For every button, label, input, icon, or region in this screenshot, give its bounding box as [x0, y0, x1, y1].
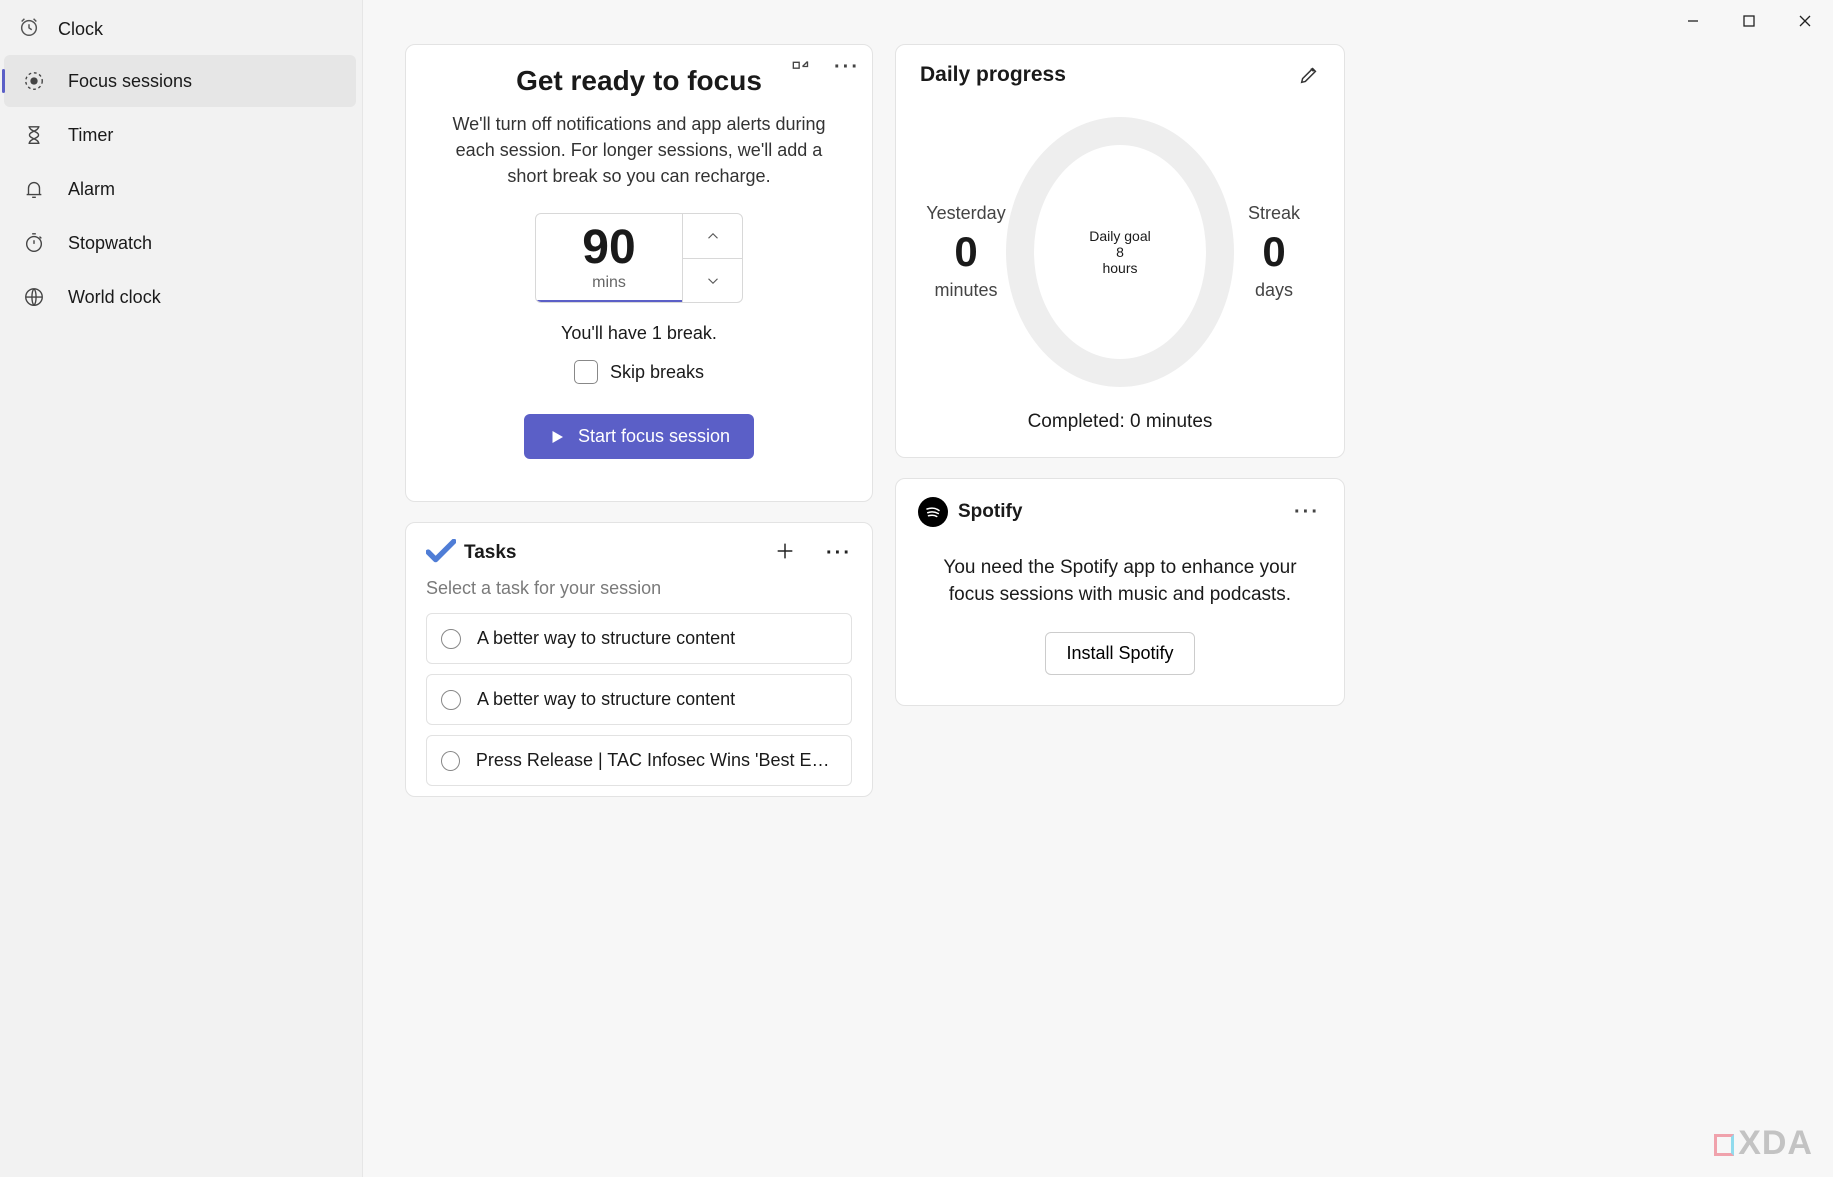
install-spotify-button[interactable]: Install Spotify: [1045, 632, 1194, 675]
duration-display[interactable]: 90 mins: [536, 214, 682, 302]
task-text: A better way to structure content: [477, 628, 735, 649]
nav-focus-sessions[interactable]: Focus sessions: [4, 55, 356, 107]
nav-label: Stopwatch: [68, 233, 152, 254]
right-column: Daily progress Yesterday 0 minutes Daily…: [895, 44, 1345, 1177]
clock-app-icon: [18, 16, 40, 43]
window-controls: [363, 0, 1833, 38]
main-area: ··· Get ready to focus We'll turn off no…: [363, 0, 1833, 1177]
window-minimize[interactable]: [1679, 10, 1707, 32]
spotify-card: Spotify ··· You need the Spotify app to …: [895, 478, 1345, 706]
stat-label: Streak: [1234, 203, 1314, 224]
tasks-icon: [426, 539, 456, 566]
stat-streak: Streak 0 days: [1234, 203, 1314, 301]
add-task-button[interactable]: [774, 540, 796, 565]
duration-unit: mins: [592, 274, 626, 292]
nav-world-clock[interactable]: World clock: [4, 271, 356, 323]
left-column: ··· Get ready to focus We'll turn off no…: [405, 44, 873, 1177]
alarm-icon: [22, 177, 46, 201]
edit-icon[interactable]: [1298, 64, 1320, 86]
focus-more-icon[interactable]: ···: [834, 61, 854, 81]
spotify-more-icon[interactable]: ···: [1294, 506, 1320, 518]
duration-increase[interactable]: [683, 214, 742, 259]
tasks-title: Tasks: [464, 542, 516, 564]
stat-value: 0: [926, 228, 1006, 276]
nav-label: Timer: [68, 125, 113, 146]
progress-completed: Completed: 0 minutes: [920, 411, 1320, 433]
timer-icon: [22, 123, 46, 147]
stat-unit: hours: [1089, 260, 1150, 276]
task-item[interactable]: Press Release | TAC Infosec Wins 'Best E…: [426, 735, 852, 786]
task-text: Press Release | TAC Infosec Wins 'Best E…: [476, 750, 837, 771]
nav-label: World clock: [68, 287, 161, 308]
spotify-message: You need the Spotify app to enhance your…: [918, 555, 1322, 608]
window-maximize[interactable]: [1735, 10, 1763, 32]
app-title-row: Clock: [0, 4, 362, 53]
stat-unit: days: [1234, 280, 1314, 301]
break-note: You'll have 1 break.: [434, 323, 844, 344]
tasks-card: Tasks ··· Select a task for your session…: [405, 522, 873, 797]
start-focus-button[interactable]: Start focus session: [524, 414, 754, 459]
sidebar: Clock Focus sessions Timer Alarm Stopwat…: [0, 0, 363, 1177]
progress-header: Daily progress: [920, 63, 1320, 87]
stat-label: Yesterday: [926, 203, 1006, 224]
stopwatch-icon: [22, 231, 46, 255]
progress-body: Yesterday 0 minutes Daily goal 8 hours: [920, 97, 1320, 405]
tasks-subtitle: Select a task for your session: [426, 578, 852, 599]
nav-label: Alarm: [68, 179, 115, 200]
skip-breaks-row: Skip breaks: [434, 360, 844, 384]
nav-stopwatch[interactable]: Stopwatch: [4, 217, 356, 269]
start-focus-label: Start focus session: [578, 426, 730, 447]
nav-timer[interactable]: Timer: [4, 109, 356, 161]
focus-sessions-icon: [22, 69, 46, 93]
tasks-header: Tasks ···: [426, 539, 852, 566]
spotify-icon: [918, 497, 948, 527]
skip-breaks-label: Skip breaks: [610, 362, 704, 383]
world-clock-icon: [22, 285, 46, 309]
task-item[interactable]: A better way to structure content: [426, 613, 852, 664]
focus-card: ··· Get ready to focus We'll turn off no…: [405, 44, 873, 502]
skip-breaks-checkbox[interactable]: [574, 360, 598, 384]
goal-ring: Daily goal 8 hours: [1006, 117, 1234, 387]
stat-value: 8: [1089, 244, 1150, 260]
app-title: Clock: [58, 19, 103, 40]
duration-value: 90: [582, 224, 635, 272]
nav-alarm[interactable]: Alarm: [4, 163, 356, 215]
watermark-icon: [1714, 1134, 1734, 1156]
content: ··· Get ready to focus We'll turn off no…: [363, 38, 1833, 1177]
stat-value: 0: [1234, 228, 1314, 276]
task-radio[interactable]: [441, 629, 461, 649]
watermark: XDA: [1714, 1124, 1813, 1163]
task-radio[interactable]: [441, 690, 461, 710]
focus-card-tools: ···: [790, 59, 854, 82]
stat-yesterday: Yesterday 0 minutes: [926, 203, 1006, 301]
duration-decrease[interactable]: [683, 259, 742, 303]
duration-controls: [682, 214, 742, 302]
stat-goal: Daily goal 8 hours: [1089, 228, 1150, 276]
spotify-name: Spotify: [958, 501, 1022, 523]
focus-title: Get ready to focus: [434, 65, 844, 97]
daily-progress-card: Daily progress Yesterday 0 minutes Daily…: [895, 44, 1345, 458]
focus-subtitle: We'll turn off notifications and app ale…: [442, 111, 836, 189]
task-radio[interactable]: [441, 751, 460, 771]
spotify-header: Spotify ···: [918, 497, 1322, 527]
nav-label: Focus sessions: [68, 71, 192, 92]
tasks-more-icon[interactable]: ···: [826, 547, 852, 559]
compact-view-icon[interactable]: [790, 59, 810, 82]
progress-title: Daily progress: [920, 63, 1066, 87]
duration-stepper: 90 mins: [535, 213, 743, 303]
window-close[interactable]: [1791, 10, 1819, 32]
stat-unit: minutes: [926, 280, 1006, 301]
stat-label: Daily goal: [1089, 228, 1150, 244]
task-item[interactable]: A better way to structure content: [426, 674, 852, 725]
task-text: A better way to structure content: [477, 689, 735, 710]
play-icon: [548, 428, 566, 446]
